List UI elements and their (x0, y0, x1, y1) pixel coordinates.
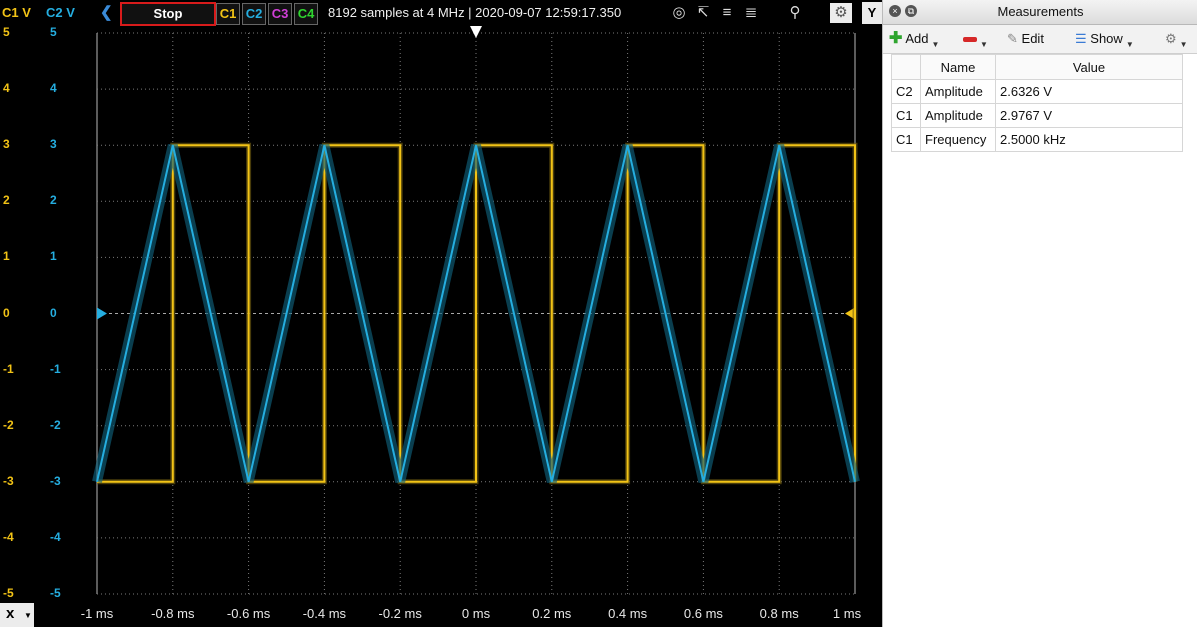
row-value: 2.6326 V (995, 79, 1183, 104)
name-column-header: Name (920, 54, 996, 80)
c1-y-tick-label: 0 (3, 305, 10, 320)
c1-y-tick-label: 1 (3, 249, 10, 264)
measurements-table: Name Value C2 Amplitude 2.6326 V C1 Ampl… (891, 54, 1183, 152)
row-value: 2.9767 V (995, 103, 1183, 128)
dropdown-arrow-icon: ▼ (1125, 40, 1134, 49)
c2-y-tick-label: 3 (50, 137, 57, 152)
channel-column-header (891, 54, 921, 80)
c1-y-tick-label: -4 (3, 529, 14, 544)
row-channel: C1 (891, 103, 921, 128)
x-tick-label: 1 ms (832, 606, 862, 621)
add-label: Add (905, 31, 929, 46)
c2-y-tick-label: -2 (50, 417, 61, 432)
c1-y-tick-label: 5 (3, 25, 10, 39)
c2-y-tick-label: 4 (50, 81, 57, 96)
edit-icon: ✎ (1007, 31, 1018, 46)
value-column-header: Value (995, 54, 1183, 80)
waveform-traces (92, 142, 860, 485)
row-name: Amplitude (920, 103, 996, 128)
close-icon[interactable]: × (889, 5, 901, 17)
c2-y-tick-label: 5 (50, 25, 57, 39)
show-button[interactable]: ☰ Show ▼ (1075, 30, 1134, 50)
c2-y-tick-label: 1 (50, 249, 57, 264)
table-row[interactable]: C1 Amplitude 2.9767 V (891, 103, 1183, 128)
edit-button[interactable]: ✎ Edit (1007, 30, 1044, 48)
c2-ground-marker (97, 307, 107, 320)
minus-icon (963, 37, 977, 43)
dropdown-arrow-icon: ▼ (980, 40, 988, 49)
waveform-plot[interactable] (0, 0, 882, 627)
panel-scrollbar[interactable] (1185, 80, 1197, 600)
x-tick-label: 0.2 ms (532, 606, 572, 621)
row-channel: C2 (891, 79, 921, 104)
row-value: 2.5000 kHz (995, 127, 1183, 152)
x-tick-label: -0.8 ms (151, 606, 195, 621)
plus-icon: ✚ (889, 30, 903, 47)
c2-y-tick-label: -4 (50, 529, 61, 544)
list-icon: ☰ (1075, 31, 1087, 46)
c2-y-tick-label: -3 (50, 473, 61, 488)
gear-icon: ⚙ (1165, 31, 1177, 46)
x-tick-label: 0.4 ms (608, 606, 648, 621)
c1-y-tick-label: 4 (3, 81, 10, 96)
settings-button[interactable]: ⚙ ▼ (1165, 30, 1188, 50)
c2-y-tick-label: 2 (50, 193, 57, 208)
c1-y-tick-label: 3 (3, 137, 10, 152)
remove-button[interactable]: ▼ (963, 30, 988, 50)
trigger-position-marker (470, 26, 482, 38)
panel-toolbar: ✚ Add ▼ ▼ ✎ Edit ☰ Show ▼ ⚙ ▼ (883, 25, 1197, 54)
c1-y-tick-label: -2 (3, 417, 14, 432)
panel-title: Measurements (997, 4, 1084, 19)
panel-titlebar: × ⧉ Measurements (883, 0, 1197, 25)
c2-y-tick-label: -1 (50, 361, 61, 376)
c1-y-tick-label: -3 (3, 473, 14, 488)
x-tick-label: -0.6 ms (226, 606, 271, 621)
add-button[interactable]: ✚ Add ▼ (889, 30, 939, 50)
x-axis-button[interactable]: x ▼ (0, 603, 34, 627)
edit-label: Edit (1021, 31, 1044, 46)
dropdown-arrow-icon: ▼ (1179, 40, 1188, 49)
oscilloscope-view: C1 V C2 V ❮ Stop C1 C2 C3 C4 8192 sample… (0, 0, 882, 627)
row-channel: C1 (891, 127, 921, 152)
c2-y-tick-label: 0 (50, 305, 57, 320)
x-tick-label: 0.6 ms (683, 606, 723, 621)
row-name: Frequency (920, 127, 996, 152)
show-label: Show (1090, 31, 1123, 46)
detach-icon[interactable]: ⧉ (905, 5, 917, 17)
dropdown-arrow-icon: ▼ (24, 611, 32, 620)
c1-y-tick-label: -5 (3, 586, 14, 600)
c1-y-tick-label: 2 (3, 193, 10, 208)
c2-y-tick-label: -5 (50, 586, 61, 600)
x-tick-label: -0.4 ms (302, 606, 347, 621)
table-header-row: Name Value (891, 54, 1183, 80)
measurements-panel: × ⧉ Measurements ✚ Add ▼ ▼ ✎ Edit ☰ Show ▼… (882, 0, 1197, 627)
x-tick-label: -1 ms (80, 606, 114, 621)
dropdown-arrow-icon: ▼ (931, 40, 940, 49)
row-name: Amplitude (920, 79, 996, 104)
table-row[interactable]: C2 Amplitude 2.6326 V (891, 79, 1183, 104)
x-tick-label: -0.2 ms (378, 606, 422, 621)
table-row[interactable]: C1 Frequency 2.5000 kHz (891, 127, 1183, 152)
x-tick-label: 0 ms (461, 606, 491, 621)
x-tick-label: 0.8 ms (759, 606, 799, 621)
c1-y-tick-label: -1 (3, 361, 14, 376)
x-axis-button-label: x (6, 605, 15, 622)
